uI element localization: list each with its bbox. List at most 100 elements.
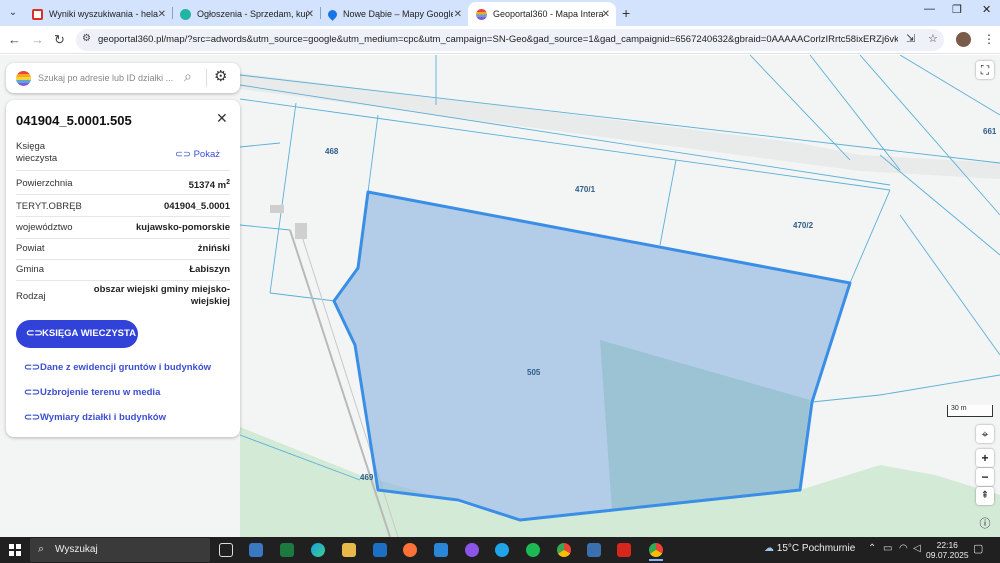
browser-toolbar: ← → ↻ ⚙ geoportal360.pl/map/?src=adwords… xyxy=(0,26,1000,54)
outlook-icon[interactable] xyxy=(373,543,387,557)
zoom-in-button[interactable]: + xyxy=(976,449,994,467)
divider xyxy=(206,69,207,87)
reload-icon[interactable]: ↻ xyxy=(54,32,65,48)
show-link[interactable]: ⊂⊃ Pokaż xyxy=(175,149,220,160)
road-band xyxy=(240,73,1000,179)
row-value: Łabiszyn xyxy=(189,264,230,275)
row-value: obszar wiejski gminy miejsko- wiejskiej xyxy=(93,284,230,307)
close-window-icon[interactable]: ✕ xyxy=(982,3,991,16)
parcel-label-505[interactable]: 505 xyxy=(527,368,540,377)
clock[interactable]: 22:16 09.07.2025 xyxy=(926,540,969,560)
close-tab-icon[interactable]: ✕ xyxy=(454,9,462,20)
link-icon: ⊂⊃ xyxy=(24,412,40,423)
row-rodzaj: Rodzaj obszar wiejski gminy miejsko- wie… xyxy=(16,281,230,311)
new-tab-button[interactable]: + xyxy=(622,5,630,21)
parcel-label-470-2[interactable]: 470/2 xyxy=(793,221,813,230)
tab-title: Wyniki wyszukiwania - hela.hat xyxy=(49,9,159,19)
edge-icon[interactable] xyxy=(311,543,325,557)
parcel-label-470-1[interactable]: 470/1 xyxy=(575,185,595,194)
search-input[interactable] xyxy=(38,70,178,86)
row-teryt-obreb: TERYT.OBRĘB 041904_5.0001 xyxy=(16,197,230,217)
row-label: TERYT.OBRĘB xyxy=(16,201,82,212)
gear-icon[interactable]: ⚙ xyxy=(214,67,227,85)
parcel-label-661[interactable]: 661 xyxy=(983,127,996,136)
chrome-icon[interactable] xyxy=(557,543,571,557)
ksiega-wieczysta-button[interactable]: ⊂⊃ KSIĘGA WIECZYSTA xyxy=(16,320,138,348)
maximize-icon[interactable]: ❐ xyxy=(952,3,962,16)
tab-title: Geoportal360 - Mapa Interakty xyxy=(493,9,603,19)
tab-title: Ogłoszenia - Sprzedam, kupię xyxy=(197,9,307,19)
bookmark-star-icon[interactable]: ☆ xyxy=(928,32,938,45)
search-icon[interactable]: ⌕ xyxy=(184,68,192,85)
row-powiat: Powiat żniński xyxy=(16,239,230,260)
row-gmina: Gmina Łabiszyn xyxy=(16,260,230,281)
geoportal-logo[interactable] xyxy=(16,71,31,86)
task-view-icon[interactable] xyxy=(219,543,233,557)
row-label: województwo xyxy=(16,222,73,233)
forward-icon[interactable]: → xyxy=(31,32,44,47)
calendar-icon[interactable] xyxy=(434,543,448,557)
tab-google-maps[interactable]: Nowe Dąbie – Mapy Google ✕ xyxy=(320,2,468,26)
map-canvas[interactable]: 468 470/1 470/2 505 469 661 ⛶ 30 m ⌖ + −… xyxy=(0,55,1000,537)
address-bar[interactable]: ⚙ geoportal360.pl/map/?src=adwords&utm_s… xyxy=(76,29,944,51)
tab-gmail[interactable]: Wyniki wyszukiwania - hela.hat ✕ xyxy=(24,2,172,26)
row-powierzchnia: Powierzchnia 51374 m2 xyxy=(16,175,230,195)
browser-menu-icon[interactable]: ⋮ xyxy=(983,32,995,46)
profile-avatar[interactable] xyxy=(956,32,971,47)
tab-search-chevron-icon[interactable]: ⌄ xyxy=(4,4,22,22)
file-explorer-icon[interactable] xyxy=(342,543,356,557)
windows-start-icon[interactable] xyxy=(9,544,21,556)
scale-bar: 30 m xyxy=(947,405,993,417)
skype-icon[interactable] xyxy=(495,543,509,557)
row-value: żniński xyxy=(197,243,230,254)
weather-widget[interactable]: ☁ 15°C Pochmurnie xyxy=(764,543,855,554)
url-text[interactable]: geoportal360.pl/map/?src=adwords&utm_sou… xyxy=(98,34,898,45)
row-value: 041904_5.0001 xyxy=(163,201,230,212)
zoom-out-button[interactable]: − xyxy=(976,468,994,486)
row-label: Powiat xyxy=(16,243,45,254)
notifications-icon[interactable]: ▢ xyxy=(973,542,983,555)
close-tab-icon[interactable]: ✕ xyxy=(306,9,314,20)
close-tab-icon[interactable]: ✕ xyxy=(602,9,610,20)
chevron-up-icon[interactable]: ⌃ xyxy=(868,543,876,554)
parcel-label-468[interactable]: 468 xyxy=(325,147,338,156)
row-ksiega-wieczysta: Księga wieczysta ⊂⊃ Pokaż xyxy=(16,141,230,171)
close-icon[interactable]: ✕ xyxy=(216,110,228,127)
search-box: ⌕ ⚙ xyxy=(6,63,240,93)
link-icon: ⊂⊃ xyxy=(24,362,40,373)
maps-pin-icon xyxy=(326,7,339,21)
parcel-info-panel: 041904_5.0001.505 ✕ Księga wieczysta ⊂⊃ … xyxy=(6,100,240,437)
row-wojewodztwo: województwo kujawsko-pomorskie xyxy=(16,218,230,239)
cloud-icon: ☁ xyxy=(764,543,774,554)
minimize-icon[interactable]: — xyxy=(924,3,935,15)
locate-me-button[interactable]: ⌖ xyxy=(976,425,994,443)
install-app-icon[interactable]: ⇲ xyxy=(906,32,915,45)
fullscreen-button[interactable]: ⛶ xyxy=(976,61,994,79)
back-icon[interactable]: ← xyxy=(8,32,21,47)
chrome-active-icon[interactable] xyxy=(649,543,663,561)
compass-reset-button[interactable]: ⇞ xyxy=(976,487,994,505)
taskbar-search[interactable]: ⌕ Wyszukaj xyxy=(30,538,210,562)
spotify-icon[interactable] xyxy=(526,543,540,557)
close-tab-icon[interactable]: ✕ xyxy=(158,9,166,20)
news-app-icon[interactable] xyxy=(249,543,263,557)
selected-parcel-505 xyxy=(332,190,852,522)
site-info-icon[interactable]: ⚙ xyxy=(82,33,91,44)
monitor-app-icon[interactable] xyxy=(587,543,601,557)
excel-icon[interactable] xyxy=(280,543,294,557)
firefox-icon[interactable] xyxy=(403,543,417,557)
acrobat-icon[interactable] xyxy=(617,543,631,557)
volume-icon[interactable]: ◁ xyxy=(913,543,921,554)
messenger-icon[interactable] xyxy=(465,543,479,557)
parcel-id-title: 041904_5.0001.505 xyxy=(16,113,132,128)
battery-icon[interactable]: ▭ xyxy=(883,543,892,554)
row-label: Rodzaj xyxy=(16,291,46,302)
parcel-label-469[interactable]: 469 xyxy=(360,473,373,482)
tab-geoportal[interactable]: Geoportal360 - Mapa Interakty ✕ xyxy=(468,2,616,26)
building xyxy=(270,205,284,213)
tab-olx[interactable]: Ogłoszenia - Sprzedam, kupię ✕ xyxy=(172,2,320,26)
windows-taskbar: ⌕ Wyszukaj ☁ 15°C Pochmurnie ⌃ ▭ ◠ ◁ 22:… xyxy=(0,537,1000,563)
info-icon[interactable]: ⓘ xyxy=(976,515,994,533)
wifi-icon[interactable]: ◠ xyxy=(899,543,908,554)
row-label: Księga wieczysta xyxy=(16,141,58,164)
